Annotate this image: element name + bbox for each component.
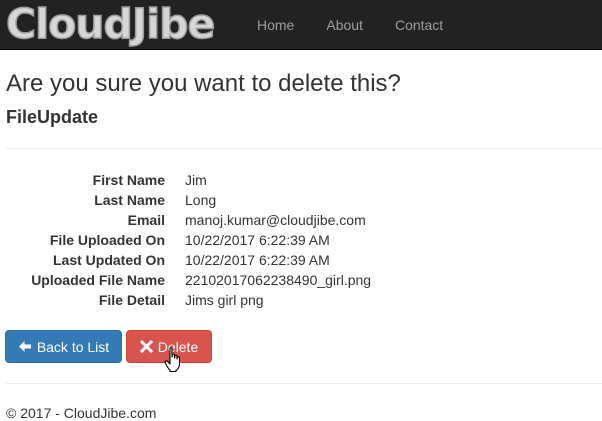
back-to-list-button[interactable]: Back to List	[5, 330, 122, 363]
detail-row-email: Email manoj.kumar@cloudjibe.com	[0, 210, 602, 230]
entity-name: FileUpdate	[6, 107, 99, 127]
nav-links: Home About Contact	[241, 0, 459, 50]
remove-icon	[139, 340, 153, 353]
detail-value: Jim	[185, 172, 207, 188]
detail-value: Long	[185, 192, 217, 208]
brand-logo[interactable]: CloudJibe	[5, 0, 216, 48]
page-title: Are you sure you want to delete this?	[6, 70, 401, 97]
detail-row-uploaded-file-name: Uploaded File Name 22102017062238490_gir…	[0, 270, 602, 290]
detail-label: File Detail	[98, 292, 165, 308]
detail-value: manoj.kumar@cloudjibe.com	[185, 212, 366, 228]
detail-value: 22102017062238490_girl.png	[185, 272, 372, 288]
detail-row-first-name: First Name Jim	[0, 170, 602, 190]
detail-label: File Uploaded On	[49, 232, 165, 248]
detail-row-file-detail: File Detail Jims girl png	[0, 290, 602, 310]
details-list: First Name Jim Last Name Long Email mano…	[0, 170, 602, 310]
arrow-left-icon	[18, 340, 32, 353]
nav-link-contact[interactable]: Contact	[379, 0, 459, 50]
hand-pointer-cursor	[164, 347, 184, 378]
nav-link-home[interactable]: Home	[241, 0, 310, 50]
detail-label: Last Updated On	[52, 252, 165, 268]
nav-link-about[interactable]: About	[310, 0, 379, 50]
detail-label: Last Name	[94, 192, 165, 208]
detail-value: Jims girl png	[185, 292, 264, 308]
footer-divider	[6, 383, 602, 384]
detail-label: Uploaded File Name	[31, 272, 165, 288]
detail-label: Email	[127, 212, 165, 228]
navbar: CloudJibe Home About Contact	[0, 0, 602, 50]
divider	[6, 148, 602, 149]
footer-copyright: © 2017 - CloudJibe.com	[6, 405, 157, 421]
detail-row-last-updated-on: Last Updated On 10/22/2017 6:22:39 AM	[0, 250, 602, 270]
detail-value: 10/22/2017 6:22:39 AM	[185, 252, 330, 268]
detail-row-last-name: Last Name Long	[0, 190, 602, 210]
back-to-list-label: Back to List	[36, 338, 110, 355]
detail-value: 10/22/2017 6:22:39 AM	[185, 232, 330, 248]
detail-label: First Name	[92, 172, 165, 188]
detail-row-file-uploaded-on: File Uploaded On 10/22/2017 6:22:39 AM	[0, 230, 602, 250]
